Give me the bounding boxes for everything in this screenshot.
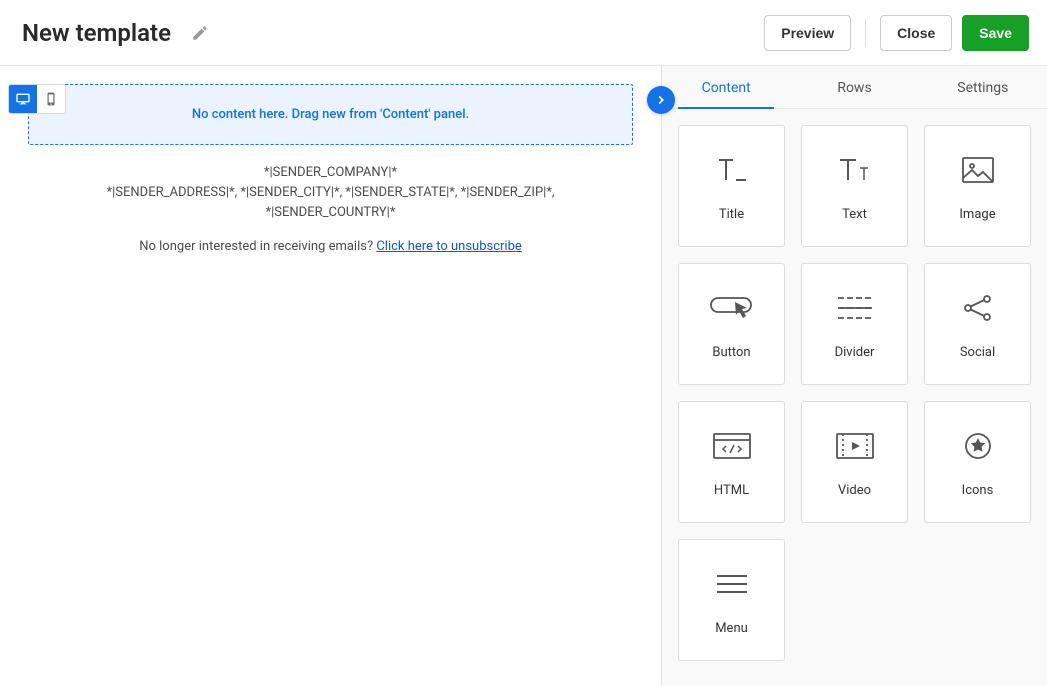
html-icon [712, 427, 752, 465]
page-title: New template [22, 19, 171, 47]
mobile-view-button[interactable] [37, 85, 65, 113]
image-icon [961, 151, 995, 189]
panel-collapse-toggle[interactable] [647, 86, 675, 114]
tile-text[interactable]: Text [801, 125, 908, 247]
unsubscribe-link[interactable]: Click here to unsubscribe [376, 239, 521, 254]
tile-divider[interactable]: Divider [801, 263, 908, 385]
tile-button[interactable]: Button [678, 263, 785, 385]
divider [865, 19, 866, 47]
title-icon [711, 151, 753, 189]
divider-icon [834, 289, 876, 327]
button-icon [709, 289, 755, 327]
mobile-icon [44, 92, 58, 106]
desktop-icon [15, 91, 31, 107]
social-icon [961, 289, 995, 327]
template-footer: *|SENDER_COMPANY|* *|SENDER_ADDRESS|*, *… [28, 163, 633, 258]
main: No content here. Drag new from 'Content'… [0, 66, 1047, 686]
tile-icons[interactable]: Icons [924, 401, 1031, 523]
save-button[interactable]: Save [962, 15, 1029, 51]
tile-social[interactable]: Social [924, 263, 1031, 385]
tile-menu[interactable]: Menu [678, 539, 785, 661]
desktop-view-button[interactable] [9, 85, 37, 113]
tile-image[interactable]: Image [924, 125, 1031, 247]
canvas-column: No content here. Drag new from 'Content'… [0, 66, 661, 686]
video-icon [835, 427, 875, 465]
panel-tabs: Content Rows Settings [662, 66, 1047, 109]
tile-title[interactable]: Title [678, 125, 785, 247]
canvas[interactable]: No content here. Drag new from 'Content'… [0, 66, 661, 258]
sender-address: *|SENDER_ADDRESS|*, *|SENDER_CITY|*, *|S… [28, 183, 633, 203]
tab-content[interactable]: Content [662, 66, 790, 108]
header-actions: Preview Close Save [764, 15, 1029, 51]
unsubscribe-row: No longer interested in receiving emails… [28, 237, 633, 257]
unsubscribe-prompt: No longer interested in receiving emails… [139, 239, 376, 254]
menu-icon [715, 565, 749, 603]
device-toggle [8, 84, 66, 114]
empty-drop-zone[interactable]: No content here. Drag new from 'Content'… [28, 84, 633, 145]
tile-html[interactable]: HTML [678, 401, 785, 523]
tab-rows[interactable]: Rows [790, 66, 918, 108]
header: New template Preview Close Save [0, 0, 1047, 66]
chevron-right-icon [654, 93, 668, 107]
content-tiles: Title Text Image Button [662, 109, 1047, 669]
sender-company: *|SENDER_COMPANY|* [28, 163, 633, 183]
side-panel: Content Rows Settings Title Text [661, 66, 1047, 686]
sender-country: *|SENDER_COUNTRY|* [28, 203, 633, 223]
close-button[interactable]: Close [880, 15, 952, 51]
tab-settings[interactable]: Settings [919, 66, 1047, 108]
tile-video[interactable]: Video [801, 401, 908, 523]
preview-button[interactable]: Preview [764, 15, 851, 51]
edit-title-icon[interactable] [191, 24, 209, 42]
header-left: New template [22, 19, 209, 47]
text-icon [834, 151, 876, 189]
icons-icon [963, 427, 993, 465]
